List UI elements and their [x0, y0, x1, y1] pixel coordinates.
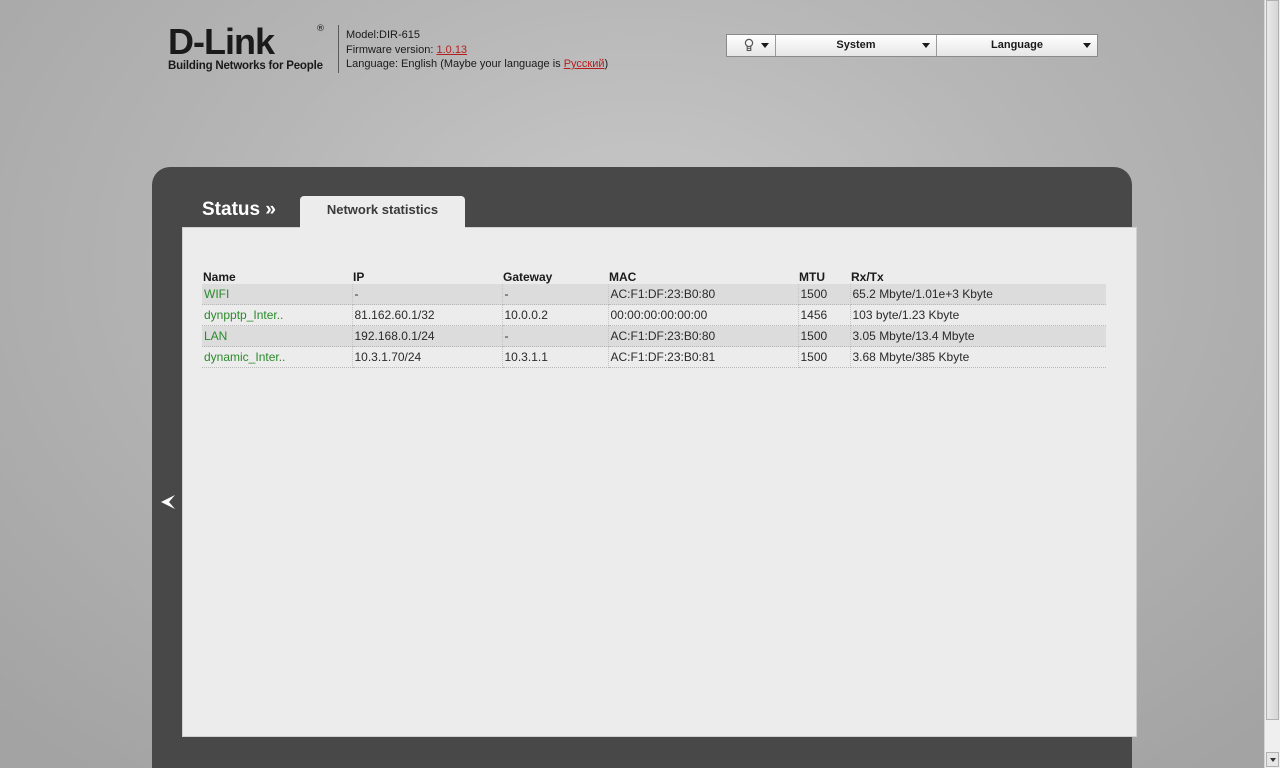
chevron-down-icon: [922, 43, 930, 48]
chevron-left-icon[interactable]: [159, 493, 177, 511]
header-divider: [338, 25, 339, 73]
cell-gateway: -: [502, 284, 609, 305]
scroll-down-button[interactable]: [1266, 752, 1279, 767]
system-menu-label: System: [836, 39, 876, 51]
column-header-gateway: Gateway: [503, 270, 553, 284]
column-header-name: Name: [203, 270, 236, 284]
vertical-scrollbar[interactable]: [1264, 0, 1280, 768]
language-russian-link[interactable]: Русский: [564, 58, 605, 70]
firmware-line: Firmware version: 1.0.13: [346, 43, 608, 58]
firmware-label: Firmware version:: [346, 43, 437, 56]
top-menu: System Language: [726, 34, 1098, 57]
language-menu-button[interactable]: Language: [937, 35, 1097, 56]
scrollbar-thumb[interactable]: [1266, 0, 1279, 720]
tab-network-statistics[interactable]: Network statistics: [300, 196, 465, 228]
interface-name-link[interactable]: WIFI: [202, 284, 353, 305]
language-suffix: ): [604, 58, 609, 70]
cell-mac: AC:F1:DF:23:B0:81: [608, 346, 799, 368]
cell-mtu: 1500: [798, 346, 851, 368]
table-row[interactable]: dynpptp_Inter.. 81.162.60.1/32 10.0.0.2 …: [202, 304, 1106, 326]
chevron-down-icon: [1083, 43, 1091, 48]
table-row[interactable]: LAN 192.168.0.1/24 - AC:F1:DF:23:B0:80 1…: [202, 325, 1106, 347]
chevron-down-icon: [761, 43, 769, 48]
cell-mac: AC:F1:DF:23:B0:80: [608, 325, 799, 347]
cell-mtu: 1500: [798, 325, 851, 347]
cell-gateway: -: [502, 325, 609, 347]
cell-gateway: 10.0.0.2: [502, 304, 609, 326]
cell-rxtx: 103 byte/1.23 Kbyte: [850, 304, 1106, 326]
logo-tagline: Building Networks for People: [168, 60, 323, 72]
cell-ip: 192.168.0.1/24: [352, 325, 503, 347]
lightbulb-icon: [744, 38, 754, 52]
table-row[interactable]: dynamic_Inter.. 10.3.1.70/24 10.3.1.1 AC…: [202, 346, 1106, 368]
section-title[interactable]: Status »: [202, 199, 276, 221]
table-row[interactable]: WIFI - - AC:F1:DF:23:B0:80 1500 65.2 Mby…: [202, 284, 1106, 305]
help-menu-button[interactable]: [727, 35, 776, 56]
logo-text: D-Link: [168, 21, 275, 62]
interface-name-link[interactable]: dynamic_Inter..: [202, 346, 353, 368]
chevron-down-icon: [1270, 758, 1276, 762]
firmware-version-link[interactable]: 1.0.13: [436, 44, 467, 56]
language-menu-label: Language: [991, 39, 1043, 51]
cell-ip: 81.162.60.1/32: [352, 304, 503, 326]
cell-rxtx: 3.05 Mbyte/13.4 Mbyte: [850, 325, 1106, 347]
column-header-ip: IP: [353, 270, 365, 284]
cell-mtu: 1500: [798, 284, 851, 305]
dlink-logo: D-Link ® Building Networks for People: [168, 22, 338, 74]
network-statistics-table: Name IP Gateway MAC MTU Rx/Tx WIFI - - A…: [202, 264, 1106, 368]
cell-ip: 10.3.1.70/24: [352, 346, 503, 368]
device-info: Model:DIR-615 Firmware version: 1.0.13 L…: [346, 28, 608, 72]
language-line: Language: English (Maybe your language i…: [346, 57, 608, 72]
column-header-mtu: MTU: [799, 270, 825, 284]
cell-gateway: 10.3.1.1: [502, 346, 609, 368]
model-line: Model:DIR-615: [346, 29, 420, 41]
cell-rxtx: 3.68 Mbyte/385 Kbyte: [850, 346, 1106, 368]
column-header-rxtx: Rx/Tx: [851, 270, 884, 284]
cell-ip: -: [352, 284, 503, 305]
language-prefix: Language: English (Maybe your language i…: [346, 58, 564, 70]
column-header-mac: MAC: [609, 270, 637, 284]
interface-name-link[interactable]: LAN: [202, 325, 353, 347]
table-header-row: Name IP Gateway MAC MTU Rx/Tx: [202, 264, 1106, 284]
cell-mac: 00:00:00:00:00:00: [608, 304, 799, 326]
cell-mtu: 1456: [798, 304, 851, 326]
interface-name-link[interactable]: dynpptp_Inter..: [202, 304, 353, 326]
cell-rxtx: 65.2 Mbyte/1.01e+3 Kbyte: [850, 284, 1106, 305]
logo-registered-mark: ®: [316, 24, 325, 34]
system-menu-button[interactable]: System: [776, 35, 937, 56]
cell-mac: AC:F1:DF:23:B0:80: [608, 284, 799, 305]
